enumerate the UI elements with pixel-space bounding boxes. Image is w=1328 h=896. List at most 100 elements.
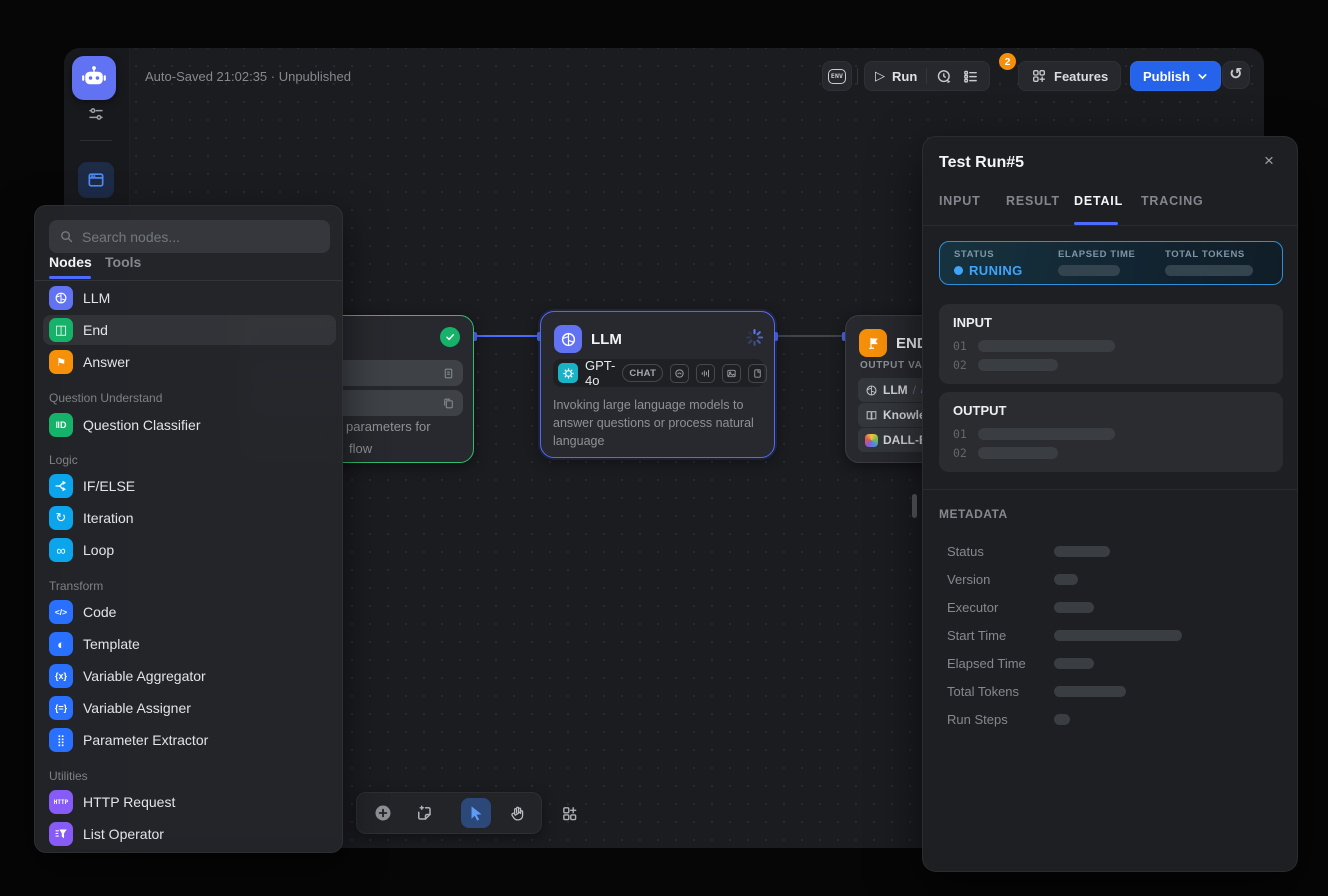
llm-brain-icon: [554, 325, 582, 353]
app-logo-robot-icon[interactable]: [72, 56, 116, 100]
iteration-icon: ↻: [49, 506, 73, 530]
list-operator-funnel-icon: [49, 822, 73, 846]
node-item-label: Answer: [83, 354, 130, 370]
running-status-dot: [954, 266, 963, 275]
llm-mini-icon: [865, 384, 878, 397]
tab-result[interactable]: RESULT: [1006, 194, 1060, 208]
preferences-sliders-icon[interactable]: [84, 102, 108, 126]
template-icon: ◐: [49, 632, 73, 656]
chat-mode-badge: CHAT: [622, 364, 663, 382]
meta-skeleton: [1054, 602, 1094, 613]
row-number: 02: [953, 358, 967, 372]
elapsed-time-label: ELAPSED TIME: [1058, 249, 1135, 260]
node-item-label: LLM: [83, 290, 110, 306]
run-label: Run: [892, 69, 917, 84]
window-panel-icon[interactable]: [78, 162, 114, 198]
copy-icon: [442, 397, 455, 410]
node-item-http-request[interactable]: HTTP HTTP Request: [43, 787, 336, 817]
output-card: OUTPUT 01 02: [939, 392, 1283, 472]
node-item-label: End: [83, 322, 108, 338]
search-input[interactable]: [82, 229, 312, 245]
meta-label-version: Version: [947, 572, 990, 587]
meta-label-status: Status: [947, 544, 984, 559]
node-item-code[interactable]: </> Code: [43, 597, 336, 627]
add-note-button[interactable]: [409, 798, 439, 828]
hand-mode-button[interactable]: [502, 798, 532, 828]
tab-nodes[interactable]: Nodes: [49, 254, 92, 270]
code-icon: </>: [49, 600, 73, 624]
node-item-if-else[interactable]: IF/ELSE: [43, 471, 336, 501]
edge-llm-to-end: [775, 335, 845, 337]
publish-button[interactable]: Publish: [1130, 61, 1221, 91]
running-spinner-icon: [745, 328, 764, 347]
canvas-scrollbar[interactable]: [912, 494, 917, 518]
checklist-icon[interactable]: [962, 68, 979, 85]
notification-badge: 2: [999, 53, 1016, 70]
version-history-button[interactable]: ↺: [1222, 61, 1250, 89]
node-item-llm[interactable]: LLM: [43, 283, 336, 313]
vision-icon: [670, 364, 689, 383]
test-run-title: Test Run#5: [939, 154, 1024, 172]
node-item-label: Code: [83, 604, 116, 620]
metadata-title: METADATA: [939, 507, 1008, 521]
end-var-label: DALL-E: [883, 433, 927, 447]
meta-skeleton: [1054, 630, 1182, 641]
run-history-icon[interactable]: [936, 68, 953, 85]
row-number: 01: [953, 339, 967, 353]
input-skeleton: [978, 359, 1058, 371]
meta-label-elapsed-time: Elapsed Time: [947, 656, 1026, 671]
end-var-separator: /: [913, 383, 916, 397]
edge-start-to-llm: [474, 335, 540, 337]
tab-tracing[interactable]: TRACING: [1141, 194, 1204, 208]
node-item-variable-assigner[interactable]: {=} Variable Assigner: [43, 693, 336, 723]
features-button[interactable]: Features: [1018, 61, 1121, 91]
organize-nodes-button[interactable]: [554, 798, 584, 828]
section-transform: Transform: [49, 579, 103, 593]
node-item-label: Template: [83, 636, 140, 652]
meta-label-start-time: Start Time: [947, 628, 1006, 643]
test-run-panel: Test Run#5 × INPUT RESULT DETAIL TRACING…: [922, 136, 1298, 872]
tab-detail[interactable]: DETAIL: [1074, 194, 1123, 208]
variable-assigner-icon: {=}: [49, 696, 73, 720]
tab-tools[interactable]: Tools: [105, 254, 141, 270]
run-button[interactable]: ▷ Run: [875, 68, 917, 84]
node-item-end[interactable]: ◫ End: [43, 315, 336, 345]
tab-underline: [49, 276, 91, 279]
node-item-variable-aggregator[interactable]: {x} Variable Aggregator: [43, 661, 336, 691]
node-item-parameter-extractor[interactable]: ⣿ Parameter Extractor: [43, 725, 336, 755]
autosave-status: Auto-Saved 21:02:35 · Unpublished: [145, 69, 351, 84]
node-item-loop[interactable]: ∞ Loop: [43, 535, 336, 565]
start-node-description: flow: [349, 441, 372, 456]
node-item-label: Variable Aggregator: [83, 668, 206, 684]
publish-label: Publish: [1143, 69, 1190, 84]
env-variables-button[interactable]: ENV: [822, 61, 852, 91]
robot-icon: [79, 63, 109, 93]
status-label: STATUS: [954, 249, 994, 260]
node-item-label: List Operator: [83, 826, 164, 842]
start-node-description: parameters for: [346, 419, 431, 434]
node-item-template[interactable]: ◐ Template: [43, 629, 336, 659]
node-item-label: Iteration: [83, 510, 134, 526]
panel-divider: [923, 489, 1297, 490]
llm-node[interactable]: LLM GPT-4o CHAT: [540, 311, 775, 458]
dalle-icon: [865, 434, 878, 447]
node-item-iteration[interactable]: ↻ Iteration: [43, 503, 336, 533]
input-skeleton: [978, 340, 1115, 352]
meta-skeleton: [1054, 714, 1070, 725]
close-icon[interactable]: ×: [1259, 151, 1279, 171]
variable-aggregator-icon: {x}: [49, 664, 73, 688]
search-box[interactable]: [49, 220, 330, 253]
answer-flag-icon: ⚑: [49, 350, 73, 374]
http-request-icon: HTTP: [49, 790, 73, 814]
add-node-button[interactable]: [368, 798, 398, 828]
end-icon: ◫: [49, 318, 73, 342]
model-selector[interactable]: GPT-4o CHAT: [553, 359, 764, 387]
meta-skeleton: [1054, 686, 1126, 697]
node-item-question-classifier[interactable]: ‖D Question Classifier: [43, 410, 336, 440]
node-item-list-operator[interactable]: List Operator: [43, 819, 336, 849]
node-item-label: HTTP Request: [83, 794, 175, 810]
output-skeleton: [978, 428, 1115, 440]
pointer-mode-button[interactable]: [461, 798, 491, 828]
tab-input[interactable]: INPUT: [939, 194, 981, 208]
node-item-answer[interactable]: ⚑ Answer: [43, 347, 336, 377]
